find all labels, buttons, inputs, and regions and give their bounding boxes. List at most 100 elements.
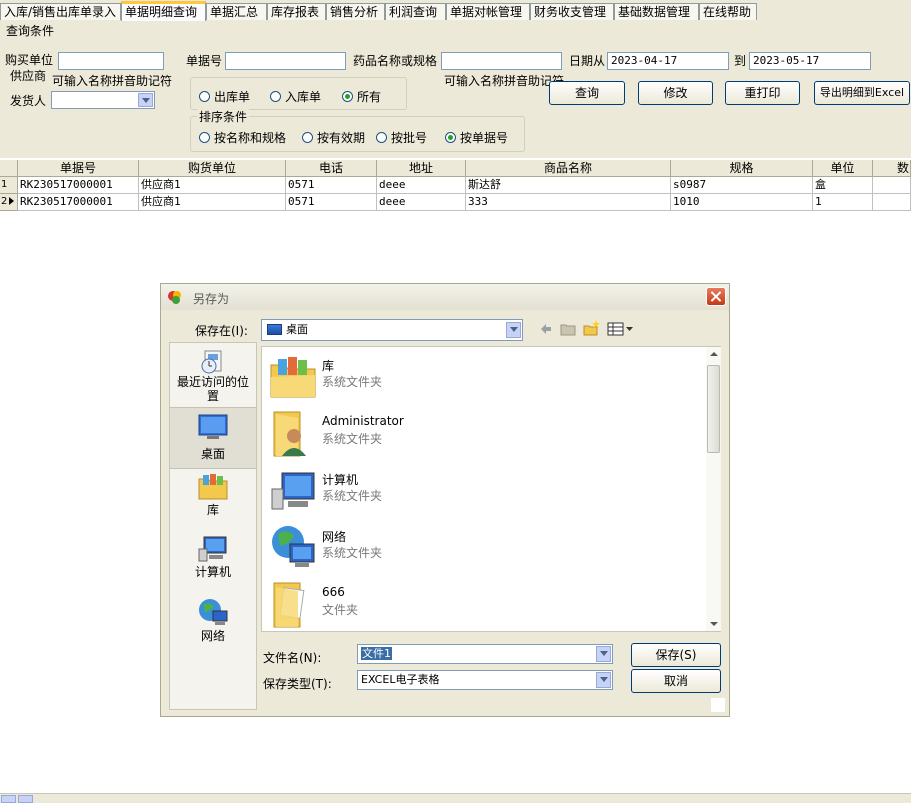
scrollbar-thumb[interactable] [707,365,720,453]
table-cell[interactable]: 0571 [286,194,377,211]
export-excel-button[interactable]: 导出明细到Excel [814,81,910,105]
radio-sort-doc-no[interactable]: 按单据号 [445,129,508,146]
table-cell[interactable]: 供应商1 [139,194,286,211]
filename-input[interactable]: 文件1 [357,644,613,664]
date-to-input[interactable]: 2023-05-17 [749,52,871,70]
table-cell[interactable] [873,194,911,211]
folder-icon [270,581,316,632]
date-from-input[interactable]: 2023-04-17 [607,52,729,70]
chevron-down-icon[interactable] [596,672,611,688]
list-item[interactable]: 计算机 系统文件夹 [270,467,690,515]
table-cell[interactable]: 1010 [671,194,813,211]
table-cell[interactable]: s0987 [671,177,813,194]
col-header-spec[interactable]: 规格 [671,160,813,177]
filetype-select[interactable]: EXCEL电子表格 [357,670,613,690]
close-icon[interactable] [706,287,726,306]
tab-profit-query[interactable]: 利润查询 [385,3,446,20]
date-from-label: 日期从 [569,54,606,68]
table-cell[interactable]: 斯达舒 [466,177,671,194]
list-item[interactable]: 网络 系统文件夹 [270,524,690,572]
doc-no-input[interactable] [225,52,346,70]
library-folder-icon [270,355,316,402]
tab-basic-data[interactable]: 基础数据管理 [614,3,699,20]
scroll-down-icon[interactable] [710,622,718,626]
table-cell[interactable]: 盒 [813,177,873,194]
filetype-label: 保存类型(T): [263,677,332,691]
tab-document-summary[interactable]: 单据汇总 [206,3,267,20]
up-folder-icon[interactable] [560,322,576,336]
chevron-down-icon[interactable] [596,646,611,662]
col-header-buyer[interactable]: 购货单位 [139,160,286,177]
supplier-input[interactable] [58,52,164,70]
resize-grip[interactable] [711,698,725,712]
tab-reconciliation[interactable]: 单据对帐管理 [446,3,530,20]
tab-online-help[interactable]: 在线帮助 [699,3,757,20]
radio-sort-expiry[interactable]: 按有效期 [302,129,365,146]
place-library[interactable]: 库 [170,471,256,525]
drug-input[interactable] [441,52,562,70]
shipper-combo[interactable] [51,91,155,109]
dialog-titlebar[interactable]: 另存为 [161,284,729,310]
table-cell[interactable]: RK230517000001 [18,177,139,194]
save-button[interactable]: 保存(S) [631,643,721,667]
col-header-product[interactable]: 商品名称 [466,160,671,177]
col-header-qty[interactable]: 数 [873,160,911,177]
list-item[interactable]: 库 系统文件夹 [270,353,690,401]
table-cell[interactable]: 1 [813,194,873,211]
places-bar: 最近访问的位置 桌面 库 计算机 网络 [169,342,257,710]
module-tab-bar: 入库/销售出库单录入 单据明细查询 单据汇总 库存报表 销售分析 利润查询 单据… [0,0,911,22]
tab-sales-analysis[interactable]: 销售分析 [326,3,385,20]
new-folder-icon[interactable] [583,319,601,337]
save-in-combo[interactable]: 桌面 [261,319,523,341]
tab-finance[interactable]: 财务收支管理 [530,3,614,20]
radio-inbound[interactable]: 入库单 [270,88,321,105]
col-header-doc-no[interactable]: 单据号 [18,160,139,177]
pinyin-hint-2: 可输入名称拼音助记符 [444,74,565,88]
list-item[interactable]: Administrator 系统文件夹 [270,410,690,458]
table-cell[interactable]: RK230517000001 [18,194,139,211]
query-button[interactable]: 查询 [549,81,625,105]
radio-sort-name-spec[interactable]: 按名称和规格 [199,129,286,146]
save-in-label: 保存在(I): [195,324,248,338]
row-number[interactable]: 2 [0,194,18,211]
grid-corner [0,160,18,177]
network-icon [197,597,229,627]
reprint-button[interactable]: 重打印 [725,81,800,105]
modify-button[interactable]: 修改 [638,81,713,105]
scroll-up-icon[interactable] [710,352,718,356]
back-arrow-icon[interactable] [539,322,553,336]
place-desktop[interactable]: 桌面 [170,407,256,469]
dialog-title: 另存为 [193,292,230,306]
table-cell[interactable]: 333 [466,194,671,211]
place-network[interactable]: 网络 [170,597,256,651]
radio-sort-batch[interactable]: 按批号 [376,129,427,146]
table-cell[interactable]: deee [377,177,466,194]
table-cell[interactable]: 0571 [286,177,377,194]
file-list-scrollbar[interactable] [706,347,721,631]
tab-inventory-report[interactable]: 库存报表 [267,3,326,20]
file-list: 库 系统文件夹 Administrator 系统文件夹 计算机 系统文件夹 网络… [261,346,721,632]
view-menu-icon[interactable] [607,322,635,336]
radio-outbound[interactable]: 出库单 [199,88,250,105]
col-header-address[interactable]: 地址 [377,160,466,177]
table-cell[interactable]: 供应商1 [139,177,286,194]
network-icon [270,524,316,573]
radio-all[interactable]: 所有 [342,88,381,105]
cancel-button[interactable]: 取消 [631,669,721,693]
list-item[interactable]: 666 文件夹 [270,581,690,629]
chevron-down-icon[interactable] [138,93,153,107]
row-number[interactable]: 1 [0,177,18,194]
col-header-unit[interactable]: 单位 [813,160,873,177]
tab-inbound-outbound-entry[interactable]: 入库/销售出库单录入 [0,3,121,20]
drug-label: 药品名称或规格 [353,54,438,68]
chevron-down-icon[interactable] [506,322,521,338]
place-computer[interactable]: 计算机 [170,535,256,589]
place-recent[interactable]: 最近访问的位置 [170,349,256,407]
table-cell[interactable]: deee [377,194,466,211]
doc-no-label: 单据号 [186,54,223,68]
col-header-phone[interactable]: 电话 [286,160,377,177]
table-cell[interactable] [873,177,911,194]
detail-grid: 单据号 购货单位 电话 地址 商品名称 规格 单位 数 1 RK23051700… [0,160,911,212]
tab-document-detail-query[interactable]: 单据明细查询 [121,1,206,21]
filename-label: 文件名(N): [263,651,322,665]
